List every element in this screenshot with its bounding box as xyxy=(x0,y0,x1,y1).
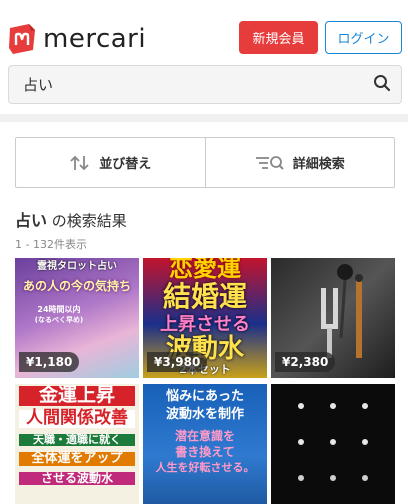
header: mercari 新規会員 ログイン 占い xyxy=(0,0,408,120)
product-title-line: 書き換えて xyxy=(175,445,235,459)
product-title-line: 結婚運 xyxy=(162,280,247,313)
product-title-line: (なるべく早め) xyxy=(34,316,84,324)
search-toolbar: 並び替え 詳細検索 xyxy=(15,137,395,188)
product-card[interactable]: 恋愛運 結婚運 上昇させる 波動水 2本セット ¥3,980 xyxy=(143,258,267,378)
product-card[interactable]: 悩みにあった 波動水を制作 潜在意識を 書き換えて 人生を好転させる。 xyxy=(143,384,267,504)
product-card[interactable]: ¥2,380 xyxy=(271,258,395,378)
search-query-text: 占い xyxy=(23,76,54,94)
sort-button[interactable]: 並び替え xyxy=(16,138,205,187)
lights-image xyxy=(298,403,368,481)
product-price: ¥3,980 xyxy=(147,352,208,372)
login-button[interactable]: ログイン xyxy=(325,21,402,54)
search-input[interactable]: 占い xyxy=(8,65,402,104)
product-title-line: 霊視タロット占い xyxy=(37,261,117,272)
product-price: ¥1,180 xyxy=(19,352,80,372)
product-title-line: 全体運をアップ xyxy=(19,452,135,466)
product-card[interactable]: 金運上昇 人間関係改善 天職・適職に就く 全体運をアップ させる波動水 xyxy=(15,384,139,504)
product-title-line: 人生を好転させる。 xyxy=(155,461,255,474)
product-title-line: 金運上昇 xyxy=(19,385,135,406)
product-card[interactable] xyxy=(271,384,395,504)
filter-label: 詳細検索 xyxy=(292,157,345,172)
product-title-line: 潜在意識を xyxy=(174,429,235,443)
mercari-logo-icon xyxy=(7,22,37,55)
product-price: ¥2,380 xyxy=(275,352,336,372)
product-card[interactable]: 霊視タロット占い あの人の今の気持ち 24時間以内 (なるべく早め) ¥1,18… xyxy=(15,258,139,378)
mercari-logo[interactable]: mercari xyxy=(7,22,146,55)
logo-wordmark: mercari xyxy=(43,23,147,54)
product-title-line: 悩みにあった xyxy=(165,389,244,404)
search-icon[interactable] xyxy=(373,74,391,96)
product-title-line: 人間関係改善 xyxy=(19,409,135,428)
results-heading: 占い の検索結果 xyxy=(15,207,127,231)
product-title-line: 上昇させる xyxy=(160,314,250,335)
sort-icon xyxy=(69,155,91,171)
results-keyword: 占い xyxy=(15,211,48,230)
results-count: 1 - 132件表示 xyxy=(15,238,87,251)
product-title-line: 天職・適職に就く xyxy=(19,434,135,446)
results-suffix: の検索結果 xyxy=(51,212,127,230)
product-title-line: 波動水を制作 xyxy=(165,407,244,422)
filter-button[interactable]: 詳細検索 xyxy=(204,138,395,187)
product-title-line: 24時間以内 xyxy=(37,305,81,314)
product-title-line: させる波動水 xyxy=(19,472,135,485)
filter-search-icon xyxy=(255,155,285,171)
sort-label: 並び替え xyxy=(99,157,152,172)
signup-button[interactable]: 新規会員 xyxy=(239,21,318,54)
product-title-line: 恋愛運 xyxy=(169,258,241,282)
product-title-line: あの人の今の気持ち xyxy=(22,279,131,293)
